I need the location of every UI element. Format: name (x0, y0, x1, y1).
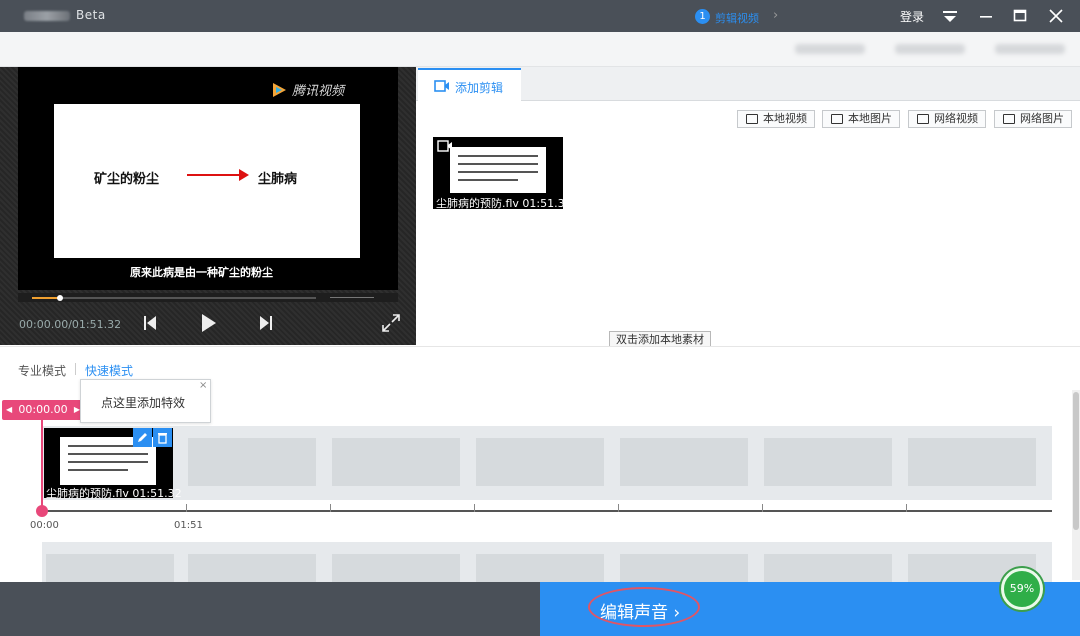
ruler-label-end: 01:51 (174, 520, 203, 531)
previous-icon[interactable] (139, 312, 161, 334)
local-video-label: 本地视频 (763, 112, 807, 125)
step-blurred-3 (895, 44, 965, 54)
web-video-label: 网络视频 (934, 112, 978, 125)
next-icon[interactable] (255, 312, 277, 334)
playhead-time-label: 00:00.00 (18, 403, 68, 416)
preview-line (68, 469, 128, 471)
highlight-oval (588, 587, 700, 627)
playhead-handle[interactable] (36, 505, 48, 517)
app-logo-icon (24, 10, 70, 21)
empty-frame (188, 554, 316, 582)
audio-track[interactable] (42, 542, 1052, 582)
image-icon (831, 114, 843, 124)
time-ruler[interactable] (42, 510, 1052, 512)
empty-frame (620, 554, 748, 582)
library-clip-caption: 尘肺病的预防.flv 01:51.32 (436, 197, 572, 210)
timeline-scroll-thumb[interactable] (1073, 392, 1079, 530)
timeline-clip-caption: 尘肺病的预防.flv 01:51.32 (46, 487, 182, 500)
preview-line (458, 171, 538, 173)
empty-frame (908, 438, 1036, 486)
video-camera-icon (434, 80, 449, 92)
play-box-icon (746, 114, 758, 124)
preview-line (68, 453, 148, 455)
tab-add-clip-label: 添加剪辑 (455, 81, 504, 95)
video-subtitle: 原来此病是由一种矿尘的粉尘 (130, 266, 273, 279)
empty-frame (332, 554, 460, 582)
web-image-label: 网络图片 (1020, 112, 1064, 125)
step-number-badge: 1 (695, 9, 710, 24)
preview-line (458, 155, 538, 157)
preview-line (458, 179, 518, 181)
ruler-tick (330, 504, 331, 512)
ruler-tick (762, 504, 763, 512)
step-blurred-2 (795, 44, 865, 54)
progress-badge: 59% (1001, 568, 1043, 610)
local-image-button[interactable]: 本地图片 (822, 110, 900, 128)
step-edit-video[interactable]: 剪辑视频 (715, 10, 759, 26)
login-link[interactable]: 登录 (900, 8, 924, 25)
empty-frame (188, 438, 316, 486)
empty-frame (476, 554, 604, 582)
preview-line (458, 163, 538, 165)
library-clip-preview (450, 147, 546, 193)
ruler-tick (906, 504, 907, 512)
slide-arrow-icon (187, 169, 249, 181)
step-arrow-icon: › (773, 8, 779, 23)
ruler-tick (186, 504, 187, 512)
seek-track[interactable] (32, 297, 316, 299)
slide-text-right: 尘肺病 (258, 172, 298, 187)
mode-fast[interactable]: 快速模式 (85, 362, 133, 379)
ruler-tick (618, 504, 619, 512)
effect-tip-text[interactable]: 点这里添加特效 (101, 394, 185, 411)
empty-frame (46, 554, 174, 582)
edit-pencil-icon[interactable] (133, 428, 152, 447)
effect-tip-close-icon[interactable]: × (199, 380, 207, 391)
minimize-icon[interactable] (976, 6, 996, 26)
fullscreen-icon[interactable] (380, 312, 402, 334)
seek-progress (32, 297, 61, 299)
empty-frame (764, 438, 892, 486)
slide-text-left: 矿尘的粉尘 (94, 172, 160, 187)
mode-professional[interactable]: 专业模式 (18, 362, 66, 379)
video-track[interactable] (42, 426, 1052, 500)
preview-line (68, 461, 148, 463)
maximize-icon[interactable] (1010, 6, 1030, 26)
ruler-label-start: 00:00 (30, 520, 59, 531)
empty-frame (476, 438, 604, 486)
playback-time: 00:00.00/01:51.32 (19, 318, 122, 331)
playhead-left-arrow-icon[interactable]: ◀ (6, 400, 12, 420)
menu-dropdown-icon[interactable] (940, 6, 960, 26)
play-icon[interactable] (197, 312, 219, 334)
empty-frame (620, 438, 748, 486)
empty-frame (332, 438, 460, 486)
play-box-icon (917, 114, 929, 124)
tencent-video-logo-icon (273, 83, 286, 97)
mode-separator (75, 363, 76, 375)
empty-frame (764, 554, 892, 582)
app-title: Beta (24, 8, 106, 22)
footer-left (0, 582, 540, 636)
local-image-label: 本地图片 (848, 112, 892, 125)
tencent-video-brand: 腾讯视频 (292, 84, 345, 99)
web-image-button[interactable]: 网络图片 (994, 110, 1072, 128)
close-icon[interactable] (1046, 6, 1066, 26)
playhead-line[interactable] (41, 420, 43, 512)
volume-slider[interactable] (330, 297, 374, 298)
image-icon (1003, 114, 1015, 124)
trash-icon[interactable] (153, 428, 172, 447)
app-title-text: Beta (76, 8, 106, 22)
step-blurred-4 (995, 44, 1065, 54)
playhead-time-tag[interactable]: ◀ 00:00.00 ▶ (2, 400, 84, 420)
ruler-tick (474, 504, 475, 512)
local-video-button[interactable]: 本地视频 (737, 110, 815, 128)
web-video-button[interactable]: 网络视频 (908, 110, 986, 128)
